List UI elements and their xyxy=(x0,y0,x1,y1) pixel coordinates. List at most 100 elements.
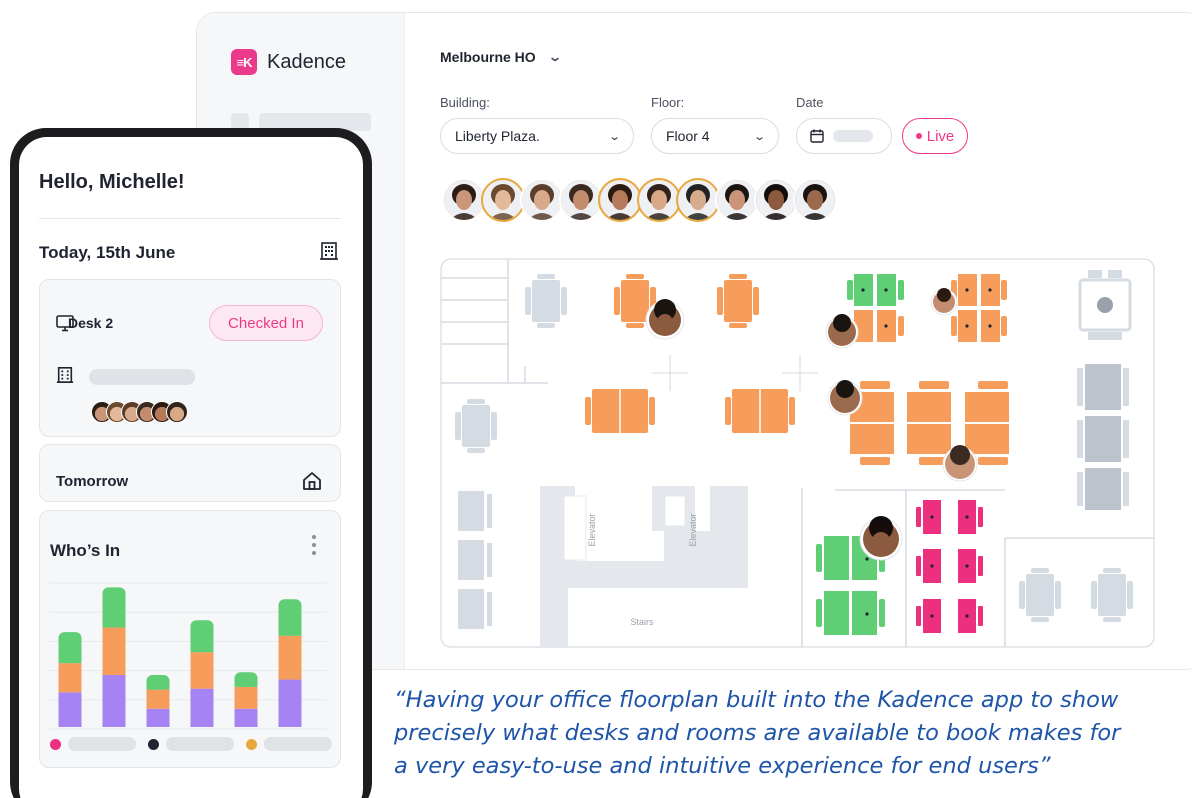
legend-dot xyxy=(50,738,61,750)
building-icon[interactable] xyxy=(319,241,339,261)
floor-label: Floor: xyxy=(651,95,685,110)
chevron-down-icon: ⌄ xyxy=(752,130,766,143)
chart-bar-cap xyxy=(278,627,302,636)
attendee-avatar[interactable] xyxy=(442,178,486,222)
booking-card[interactable] xyxy=(39,279,341,437)
attendee-avatar[interactable] xyxy=(793,178,837,222)
avatar-face-icon xyxy=(444,180,484,220)
live-dot-icon xyxy=(915,133,922,139)
attendee-avatar[interactable] xyxy=(559,178,603,222)
legend-label-placeholder xyxy=(264,737,332,751)
chart-bar-cap xyxy=(146,681,170,690)
tomorrow-label: Tomorrow xyxy=(56,473,129,490)
chart-bar-segment[interactable] xyxy=(278,635,302,680)
chart-bar-segment[interactable] xyxy=(190,652,214,689)
page: ≡K Kadence Melbourne HO ⌄ Building: Libe… xyxy=(0,0,1192,798)
today-date: Today, 15th June xyxy=(39,243,176,262)
chart-bar-segment[interactable] xyxy=(58,663,82,693)
avatar-face-icon xyxy=(717,180,757,220)
brand[interactable]: ≡K Kadence xyxy=(231,49,346,75)
checked-in-badge[interactable]: Checked In xyxy=(209,305,323,341)
quote-line-3: a very easy-to-use and intuitive experie… xyxy=(394,753,1051,779)
whos-in-chart xyxy=(49,582,327,730)
chart-bar-segment[interactable] xyxy=(190,688,214,727)
date-value-placeholder xyxy=(833,130,873,142)
building-name-placeholder xyxy=(89,369,195,385)
attendee-avatars xyxy=(442,178,837,222)
floorplan[interactable]: Elevator Elevator Stairs xyxy=(440,258,1155,648)
building-select[interactable]: Liberty Plaza. ⌄ xyxy=(440,118,634,154)
whos-in-title: Who’s In xyxy=(50,541,121,560)
calendar-icon xyxy=(810,129,824,143)
greeting: Hello, Michelle! xyxy=(39,171,185,193)
legend-dot xyxy=(246,738,257,750)
attendee-avatar[interactable] xyxy=(520,178,564,222)
quote-line-2: precisely what desks and rooms are avail… xyxy=(394,720,1121,746)
building-label: Building: xyxy=(440,95,490,110)
chart-bar-cap xyxy=(58,655,82,664)
date-picker[interactable] xyxy=(796,118,892,154)
desk-bench-available[interactable] xyxy=(725,389,795,433)
chevron-down-icon: ⌄ xyxy=(547,50,562,64)
colleague-avatar xyxy=(166,401,188,423)
chart-bar-segment[interactable] xyxy=(278,679,302,727)
chart-bar-segment[interactable] xyxy=(234,708,258,727)
avatar-face-icon xyxy=(639,180,679,220)
chart-legend xyxy=(50,737,344,751)
chart-bar-segment[interactable] xyxy=(146,689,170,709)
elevator-left-label: Elevator xyxy=(587,513,597,546)
home-icon xyxy=(303,472,321,490)
chart-bar-cap xyxy=(102,619,126,628)
chart-bar-cap xyxy=(234,678,258,687)
chart-bar-segment[interactable] xyxy=(58,692,82,727)
brand-name: Kadence xyxy=(267,50,346,73)
colleague-avatars xyxy=(91,401,188,423)
chart-bar-cap xyxy=(190,644,214,653)
attendee-avatar[interactable] xyxy=(715,178,759,222)
legend-dot xyxy=(148,738,159,750)
avatar-face-icon xyxy=(756,180,796,220)
meeting-table-unavailable[interactable] xyxy=(1078,270,1132,340)
testimonial-quote: “Having your office floorplan built into… xyxy=(394,684,1192,783)
person-pin[interactable] xyxy=(827,380,863,416)
more-options-icon[interactable] xyxy=(309,533,319,559)
attendee-avatar[interactable] xyxy=(598,178,642,222)
avatar-face-icon xyxy=(678,180,718,220)
live-toggle[interactable]: Live xyxy=(902,118,968,154)
floor-select[interactable]: Floor 4 ⌄ xyxy=(651,118,779,154)
main-panel: Melbourne HO ⌄ Building: Liberty Plaza. … xyxy=(405,13,1192,669)
avatar-face-icon xyxy=(522,180,562,220)
kadence-logo-icon: ≡K xyxy=(231,49,257,75)
chart-bar-segment[interactable] xyxy=(102,627,126,675)
attendee-avatar[interactable] xyxy=(676,178,720,222)
chart-bar-segment[interactable] xyxy=(234,686,258,709)
building-icon xyxy=(56,366,74,384)
legend-label-placeholder xyxy=(166,737,234,751)
building-value: Liberty Plaza. xyxy=(455,128,540,144)
divider xyxy=(39,218,341,219)
attendee-avatar[interactable] xyxy=(637,178,681,222)
avatar-face-icon xyxy=(561,180,601,220)
floor-value: Floor 4 xyxy=(666,128,710,144)
person-pin[interactable] xyxy=(930,288,958,316)
stairs-label: Stairs xyxy=(630,617,654,627)
chart-bar-segment[interactable] xyxy=(102,674,126,727)
date-label: Date xyxy=(796,95,824,110)
avatar-face-icon xyxy=(600,180,640,220)
attendee-avatar[interactable] xyxy=(754,178,798,222)
live-label: Live xyxy=(926,127,955,145)
chevron-down-icon: ⌄ xyxy=(607,130,621,143)
location-label: Melbourne HO xyxy=(440,49,536,65)
elevator-right-label: Elevator xyxy=(688,513,698,546)
mobile-device: Hello, Michelle! Today, 15th June Desk 2… xyxy=(10,128,372,798)
desk-bench-available[interactable] xyxy=(585,389,655,433)
location-selector[interactable]: Melbourne HO ⌄ xyxy=(440,49,562,65)
quote-line-1: “Having your office floorplan built into… xyxy=(394,687,1119,713)
mobile-screen: Hello, Michelle! Today, 15th June Desk 2… xyxy=(19,137,363,798)
chart-bar-segment[interactable] xyxy=(146,708,170,727)
avatar-face-icon xyxy=(483,180,523,220)
avatar-face-icon xyxy=(795,180,835,220)
legend-label-placeholder xyxy=(68,737,136,751)
desk-name: Desk 2 xyxy=(68,315,114,331)
attendee-avatar[interactable] xyxy=(481,178,525,222)
